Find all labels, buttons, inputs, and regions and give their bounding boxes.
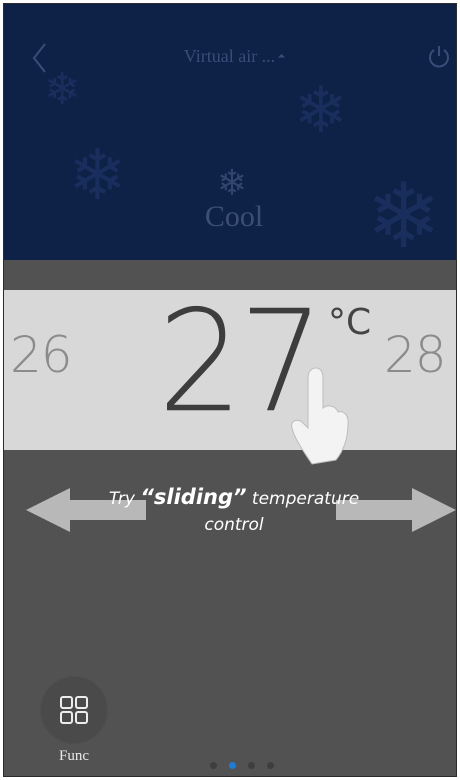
device-title: Virtual air ... bbox=[183, 46, 276, 66]
grid-icon bbox=[60, 696, 88, 724]
temp-unit: °C bbox=[328, 302, 372, 343]
temperature-slider[interactable]: 26 27 °C 28 bbox=[4, 280, 456, 450]
power-icon bbox=[429, 46, 449, 68]
pointing-hand-icon bbox=[291, 367, 349, 465]
func-button[interactable] bbox=[40, 676, 108, 744]
page-indicator bbox=[210, 762, 280, 772]
device-title-dropdown[interactable]: Virtual air ... bbox=[164, 46, 304, 72]
page-dot[interactable] bbox=[229, 762, 236, 769]
caret-down-icon bbox=[278, 54, 286, 62]
snowflake-decoration-icon: ❄ bbox=[366, 164, 442, 260]
temp-next[interactable]: 28 bbox=[384, 326, 447, 384]
slide-hint: Try “sliding” temperature control bbox=[74, 484, 394, 538]
power-button[interactable] bbox=[426, 44, 452, 70]
back-button[interactable] bbox=[26, 40, 54, 76]
app-frame: ❄ ❄ ❄ ❄ Virtual air ... ❄ Cool 26 27 °C … bbox=[3, 3, 457, 777]
mode-label: Cool bbox=[204, 200, 264, 233]
chevron-left-icon bbox=[32, 43, 46, 73]
page-dot[interactable] bbox=[210, 762, 217, 769]
page-dot[interactable] bbox=[267, 762, 274, 769]
page-dot[interactable] bbox=[248, 762, 255, 769]
temp-prev[interactable]: 26 bbox=[10, 326, 73, 384]
func-label: Func bbox=[59, 748, 89, 764]
header: ❄ ❄ ❄ ❄ Virtual air ... ❄ Cool bbox=[4, 4, 456, 260]
snowflake-decoration-icon: ❄ bbox=[294, 74, 348, 148]
hint-line-1: Try “sliding” temperature bbox=[108, 485, 360, 509]
hint-line-2: control bbox=[204, 515, 264, 535]
snowflake-decoration-icon: ❄ bbox=[68, 134, 127, 216]
snowflake-icon: ❄ bbox=[216, 163, 248, 204]
